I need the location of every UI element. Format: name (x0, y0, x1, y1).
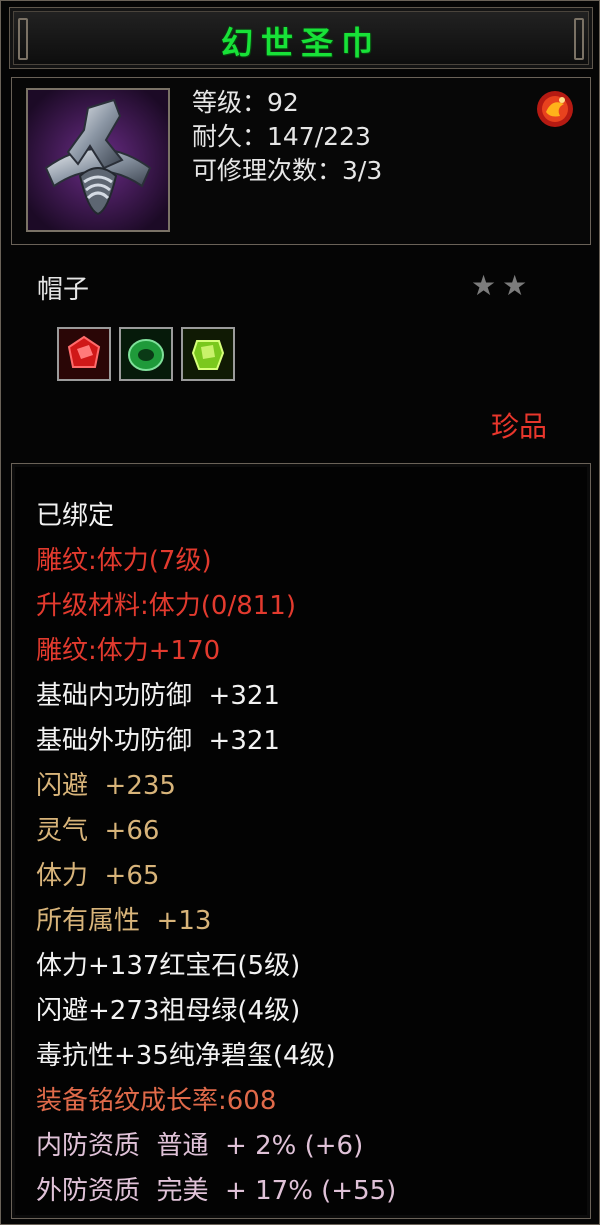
attribute-list: 已绑定雕纹:体力(7级) 升级材料:体力(0/811) 雕纹:体力+170 基础内功防… (36, 494, 396, 1214)
attribute-line: 闪避+273祖母绿(4级) (36, 996, 301, 1026)
attribute-line: 雕纹:体力+170 (36, 636, 221, 666)
item-stats: 等级：92 耐久：147/223 可修理次数：3/3 (192, 86, 382, 188)
item-name: 幻世圣巾 (220, 24, 381, 62)
attribute-line: 基础内功防御 +321 (36, 681, 280, 711)
attribute-line: 基础外功防御 +321 (36, 726, 280, 756)
level-line: 等级：92 (192, 88, 299, 117)
attribute-line: 体力 +65 (36, 861, 160, 891)
attribute-panel: 已绑定雕纹:体力(7级) 升级材料:体力(0/811) 雕纹:体力+170 基础内功防… (11, 463, 591, 1219)
helmet-icon[interactable] (26, 88, 170, 232)
attribute-line: 外防资质 完美 + 17% (+55) (36, 1176, 397, 1206)
attribute-line: 体力+137红宝石(5级) (36, 951, 301, 981)
jade-gem-icon[interactable] (181, 327, 235, 381)
rarity-label: 珍品 (491, 410, 548, 443)
title-bar: 幻世圣巾 (9, 7, 593, 69)
attribute-line: 内防资质 普通 + 2% (+6) (36, 1131, 364, 1161)
item-type: 帽子 (37, 275, 90, 305)
attribute-line: 装备铭纹成长率:608 (36, 1086, 277, 1116)
attribute-line: 所有属性 +13 (36, 906, 212, 936)
item-header-panel: 等级：92 耐久：147/223 可修理次数：3/3 (11, 77, 591, 245)
gem-badge-icon (534, 88, 576, 130)
attribute-line: 毒抗性+35纯净碧玺(4级) (36, 1041, 336, 1071)
star-rating: ★★ (471, 269, 534, 302)
attribute-line: 雕纹:体力(7级) (36, 546, 212, 576)
attribute-line: 升级材料:体力(0/811) (36, 591, 296, 621)
emerald-gem-icon[interactable] (119, 327, 173, 381)
attribute-line: 闪避 +235 (36, 771, 176, 801)
attribute-line: 灵气 +66 (36, 816, 160, 846)
repair-count-line: 可修理次数：3/3 (192, 156, 383, 185)
attribute-line: 已绑定 (36, 501, 115, 531)
tooltip-frame: 幻世圣巾 等级：92 耐久：147/223 可修理次数：3/3 帽子 ★★ 珍品… (0, 0, 600, 1225)
ruby-gem-icon[interactable] (57, 327, 111, 381)
durability-line: 耐久：147/223 (192, 122, 371, 151)
